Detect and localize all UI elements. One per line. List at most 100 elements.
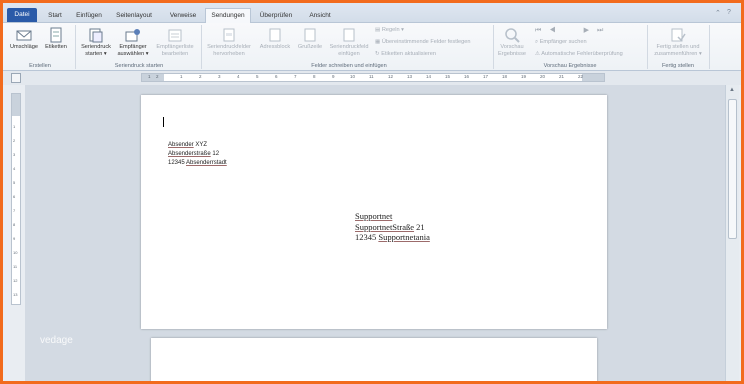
start-mail-merge-button[interactable]: Seriendruck starten ▾ [79,27,113,57]
tab-references[interactable]: Verweise [163,9,203,23]
recipient-street-word: SupportnetStraße [355,221,415,232]
first-record-icon[interactable]: ⏮ [535,27,549,34]
match-fields-label: Übereinstimmende Felder festlegen [381,39,471,45]
auto-check-errors-button[interactable]: ⚠ Automatische Fehlerüberprüfung [535,51,623,57]
recipient-line-2: SupportnetStraße 21 [355,222,430,233]
scroll-up-icon[interactable]: ▲ [729,87,735,93]
document-page[interactable]: Absender XYZ Absenderstraße 12 12345 Abs… [141,95,607,329]
finish-label-1: Fertig stellen und [656,44,700,50]
match-fields-button[interactable]: ▦ Übereinstimmende Felder festlegen [375,39,470,45]
sender-name-rest: XYZ [193,142,208,148]
group-label-start-merge: Seriendruck starten [114,63,164,69]
ruler-tick: 7 [294,74,297,79]
labels-label: Etiketten [45,44,67,50]
vertical-ruler[interactable]: 1 2 3 4 5 6 7 8 9 10 11 12 13 [11,93,21,305]
ruler-tick: 1 [180,74,183,79]
document-page-2[interactable] [151,338,597,381]
previous-record-icon[interactable]: ◀ [549,27,563,34]
sender-line-3: 12345 Absenderrstadt [168,159,227,168]
scrollbar-thumb[interactable] [728,99,737,239]
tab-page-layout[interactable]: Seitenlayout [109,9,159,23]
ruler-tick: 12 [13,278,18,283]
highlight-icon [223,28,235,42]
document-area[interactable]: Absender XYZ Absenderstraße 12 12345 Abs… [25,85,725,381]
ruler-tick: 6 [13,194,16,199]
right-margin-marker[interactable] [582,74,604,81]
rules-button[interactable]: ▤ Regeln ▾ [375,27,404,33]
ribbon-tab-row: Datei Start Einfügen Seitenlayout Verwei… [3,3,741,24]
envelopes-label: Umschläge [10,44,38,50]
highlight-merge-fields-button[interactable]: Seriendruckfelder hervorheben [205,27,253,57]
sender-name-word: Absender [168,142,194,148]
select-recipients-label-1: Empfänger [119,44,147,50]
ruler-tick: 5 [13,180,16,185]
group-label-create: Erstellen [29,63,51,69]
ruler-tick: 20 [540,74,546,79]
sender-line-1: Absender XYZ [168,141,227,150]
recipient-street-rest: 21 [414,221,425,232]
ruler-tick: 11 [369,74,374,79]
find-recipient-label: Empfänger suchen [539,39,587,45]
select-recipients-label-2: auswählen ▾ [117,50,149,57]
finish-label-2: zusammenführen ▾ [654,50,702,57]
tab-selector-button[interactable] [11,73,21,83]
last-record-icon[interactable]: ⏭ [597,27,611,34]
labels-button[interactable]: Etiketten [43,27,69,51]
highlight-label-1: Seriendruckfelder [207,44,251,50]
ruler-tick: 3 [218,74,221,79]
tab-start[interactable]: Start [41,9,69,23]
auto-check-label: Automatische Fehlerüberprüfung [541,51,623,57]
preview-results-button[interactable]: Vorschau Ergebnisse [495,27,529,57]
group-separator [493,25,494,69]
find-recipient-button[interactable]: ⌕ Empfänger suchen [535,39,587,46]
tab-view[interactable]: Ansicht [303,9,337,23]
greeting-line-button[interactable]: Grußzeile [295,27,325,51]
vertical-scrollbar[interactable]: ▲ [725,85,739,381]
address-block-label: Adressblock [259,44,291,50]
envelopes-button[interactable]: Umschläge [9,27,39,51]
recipient-line-3: 12345 Supportnetania [355,232,430,243]
start-merge-label-2: starten ▾ [85,50,107,57]
ruler-tick: 6 [275,74,278,79]
finish-merge-button[interactable]: Fertig stellen und zusammenführen ▾ [649,27,707,57]
preview-icon [505,28,520,43]
insert-merge-field-button[interactable]: Seriendruckfeld einfügen [327,27,371,57]
update-labels-button[interactable]: ↻ Etiketten aktualisieren [375,51,436,57]
update-labels-label: Etiketten aktualisieren [381,51,436,57]
tab-mailings[interactable]: Sendungen [205,8,251,24]
ruler-tick: 2 [199,74,202,79]
preview-label-1: Vorschau [500,44,524,50]
next-record-icon[interactable]: ▶ [584,27,597,34]
sender-street-word: Absenderstraße [168,151,211,157]
edit-list-label-1: Empfängerliste [156,44,194,50]
top-margin-marker[interactable] [12,94,20,116]
ruler-tick: 21 [559,74,565,79]
labels-icon [50,27,62,43]
tab-insert[interactable]: Einfügen [73,9,105,23]
group-label-finish: Fertig stellen [661,63,695,69]
ruler-tick: 13 [407,74,413,79]
ruler-tick: 3 [13,152,16,157]
sender-zip: 12345 [168,160,187,166]
ruler-tick: 13 [13,292,18,297]
address-block-icon [269,28,281,42]
help-icon[interactable]: ? [727,9,731,16]
sender-address: Absender XYZ Absenderstraße 12 12345 Abs… [168,141,227,168]
sender-street-rest: 12 [210,151,220,157]
greeting-label: Grußzeile [297,44,323,50]
ruler-tick: 1 [148,74,151,79]
address-block-button[interactable]: Adressblock [257,27,293,51]
edit-recipient-list-button[interactable]: Empfängerliste bearbeiten [153,27,197,57]
minimize-ribbon-icon[interactable]: ⌃ [715,9,721,17]
rules-label: Regeln ▾ [381,27,404,33]
select-recipients-button[interactable]: Empfänger auswählen ▾ [115,27,151,57]
horizontal-ruler[interactable]: 1 2 1 2 3 4 5 6 7 8 9 10 11 12 13 14 15 … [141,73,605,82]
group-separator [201,25,202,69]
preview-label-2: Ergebnisse [498,50,526,57]
ruler-tick: 2 [13,138,16,143]
tab-review[interactable]: Überprüfen [255,9,297,23]
left-margin-marker[interactable] [142,74,164,81]
sender-line-2: Absenderstraße 12 [168,150,227,159]
tab-file[interactable]: Datei [7,8,37,22]
text-cursor [163,117,164,127]
